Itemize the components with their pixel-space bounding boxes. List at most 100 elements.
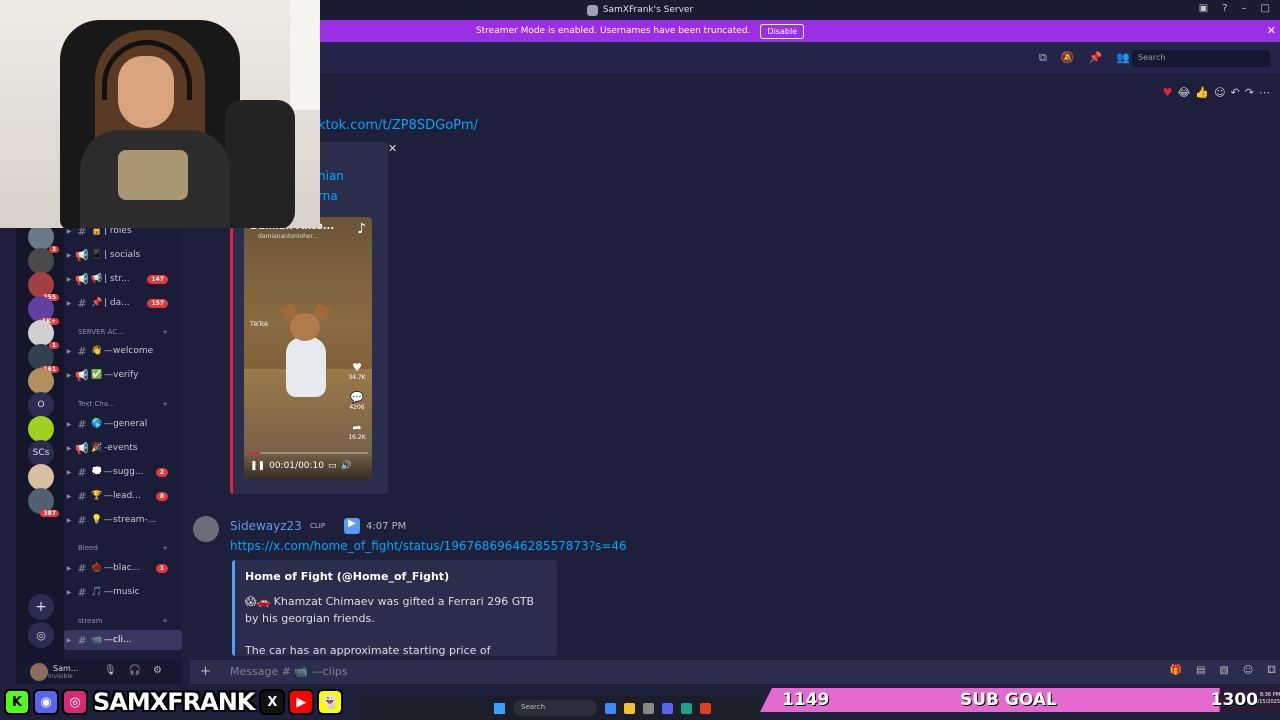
snapchat-icon: 👻	[317, 689, 344, 715]
server-icon[interactable]: 1K+	[28, 296, 59, 325]
message-link[interactable]: ktok.com/t/ZP8SDGoPm/	[318, 118, 478, 133]
reply-icon[interactable]: ↶	[1231, 86, 1240, 99]
comments-count: 4206	[349, 404, 365, 411]
add-attachment-icon[interactable]: +	[200, 664, 211, 679]
sticker-icon[interactable]: ▧	[1219, 665, 1228, 676]
server-icon[interactable]	[28, 464, 54, 490]
channel-name: —cli...	[104, 635, 132, 645]
server-icon[interactable]	[28, 416, 54, 442]
channel-item[interactable]: ▶ # 💭 —sugg... 2	[64, 462, 182, 482]
channel-item[interactable]: ▶ # 💡 —stream-...	[64, 510, 182, 530]
disable-streamer-mode-button[interactable]: Disable	[760, 23, 805, 39]
thumbs-up-reaction-icon[interactable]: 👍	[1195, 86, 1209, 99]
search-input[interactable]: Search	[1132, 50, 1270, 67]
gif-icon[interactable]: ▤	[1196, 665, 1205, 676]
avatar[interactable]	[193, 516, 219, 542]
add-server-icon[interactable]: +	[28, 594, 54, 620]
channel-item[interactable]: ▶ # 📹 —cli...	[64, 630, 182, 650]
channel-item[interactable]: ▶ 📢 🎉 -events	[64, 438, 182, 458]
add-reaction-icon[interactable]: ☺	[1214, 86, 1225, 99]
add-channel-icon[interactable]: +	[162, 400, 168, 408]
server-icon[interactable]: 1	[28, 320, 59, 349]
server-label: O	[37, 400, 45, 410]
app-icon[interactable]	[681, 702, 692, 714]
message-link[interactable]: https://x.com/home_of_fight/status/19676…	[230, 539, 627, 553]
pause-icon[interactable]: ❚❚	[250, 461, 265, 471]
server-icon[interactable]: 355	[28, 272, 59, 301]
volume-icon[interactable]: 🔊	[341, 461, 352, 471]
calculator-icon[interactable]	[643, 702, 654, 714]
help-icon[interactable]: ?	[1222, 3, 1227, 14]
server-icon[interactable]	[28, 368, 54, 394]
discord-taskbar-icon[interactable]	[662, 702, 673, 714]
heart-reaction-icon[interactable]: ♥	[1163, 86, 1173, 99]
channel-emoji-icon: 📹	[91, 635, 103, 645]
inbox-icon[interactable]: ▣	[1199, 3, 1208, 14]
embed-author-fragment-2[interactable]: rna	[318, 189, 338, 203]
chrome-icon[interactable]	[605, 702, 616, 714]
category-name: stream	[78, 617, 103, 625]
channel-item[interactable]: ▶ # 🌎 —general	[64, 414, 182, 434]
channel-item[interactable]: ▶ # 📌 | da... 157	[64, 293, 182, 313]
webcam-background	[290, 0, 320, 110]
channel-item[interactable]: ▶ 📢 📢 | str... 147	[64, 269, 182, 289]
forward-icon[interactable]: ↷	[1245, 86, 1254, 99]
channel-category[interactable]: Bleed +	[78, 544, 182, 552]
sub-goal-target: 1300	[1210, 690, 1258, 710]
server-icon[interactable]: O	[28, 392, 54, 418]
server-icon[interactable]: 161	[28, 344, 59, 373]
server-icon[interactable]	[28, 248, 54, 274]
maximize-button[interactable]: □	[1261, 3, 1270, 14]
windows-start-icon[interactable]	[494, 702, 505, 714]
pin-icon[interactable]: 📌	[1089, 51, 1103, 65]
channel-item[interactable]: ▶ # 🎵 —music	[64, 582, 182, 602]
add-channel-icon[interactable]: +	[162, 617, 168, 625]
message-author[interactable]: Sidewayz23	[230, 519, 302, 533]
gift-icon[interactable]: 🎁	[1170, 665, 1182, 676]
apps-icon[interactable]: ⚃	[1267, 665, 1276, 676]
threads-icon[interactable]: ⧉	[1039, 51, 1047, 65]
announcement-icon: 📢	[75, 248, 89, 262]
more-icon[interactable]: ⋯	[1259, 86, 1270, 99]
taskbar-search[interactable]: Search	[513, 700, 597, 716]
close-embed-icon[interactable]: ✕	[388, 142, 397, 155]
laugh-reaction-icon[interactable]: 😂	[1178, 86, 1191, 99]
server-list: 3 355 1K+ 1 161 O SCs 387 + ◎	[16, 220, 64, 660]
add-channel-icon[interactable]: +	[162, 544, 168, 552]
message-input[interactable]: Message # 📹 —clips	[230, 665, 348, 678]
shares-count: 16.2K	[348, 434, 366, 441]
file-explorer-icon[interactable]	[624, 702, 635, 714]
add-channel-icon[interactable]: +	[162, 328, 168, 336]
channel-item[interactable]: ▶ # 🏆 —lead... 8	[64, 486, 182, 506]
channel-item[interactable]: ▶ # 🌰 —blac... 1	[64, 558, 182, 578]
headphones-icon[interactable]: 🎧	[129, 665, 141, 676]
channel-item[interactable]: ▶ 📢 ✅ —verify	[64, 365, 182, 385]
discover-icon[interactable]: ◎	[28, 622, 54, 648]
close-icon[interactable]: ✕	[1267, 24, 1276, 37]
message-composer[interactable]: + Message # 📹 —clips 🎁 ▤ ▧ ☺ ⚃	[190, 660, 1280, 684]
server-icon[interactable]: 387	[28, 488, 59, 517]
channel-category[interactable]: stream +	[78, 617, 182, 625]
members-icon[interactable]: 👥	[1116, 51, 1130, 65]
channel-item[interactable]: ▶ # 👋 —welcome	[64, 341, 182, 361]
settings-icon[interactable]: ⚙	[153, 665, 162, 676]
channel-category[interactable]: Text Cha... +	[78, 400, 182, 408]
embed-title[interactable]: Home of Fight (@Home_of_Fight)	[245, 570, 449, 583]
shares-stat: ➦ 16.2K	[346, 421, 368, 441]
notifications-icon[interactable]: 🔕	[1061, 51, 1075, 65]
avatar[interactable]	[30, 663, 48, 681]
embed-author-fragment[interactable]: nian	[318, 169, 344, 183]
hash-icon: #	[77, 417, 87, 431]
channel-item[interactable]: ▶ 📢 📱 | socials	[64, 245, 182, 265]
video-player[interactable]: Damian Anto... damianantonioher... ♪ Tik…	[244, 217, 372, 479]
server-icon[interactable]: SCs	[28, 440, 54, 466]
captions-icon[interactable]: ▭	[328, 461, 337, 471]
role-icon: ▶	[344, 518, 360, 534]
streamer-mode-text: Streamer Mode is enabled. Usernames have…	[475, 26, 751, 36]
obs-icon[interactable]	[700, 702, 711, 714]
emoji-icon[interactable]: ☺	[1243, 665, 1253, 676]
minimize-button[interactable]: –	[1242, 3, 1247, 14]
mention-badge: 147	[147, 274, 168, 284]
channel-category[interactable]: SERVER AC... +	[78, 328, 182, 336]
microphone-icon[interactable]: 🎙	[104, 665, 117, 676]
